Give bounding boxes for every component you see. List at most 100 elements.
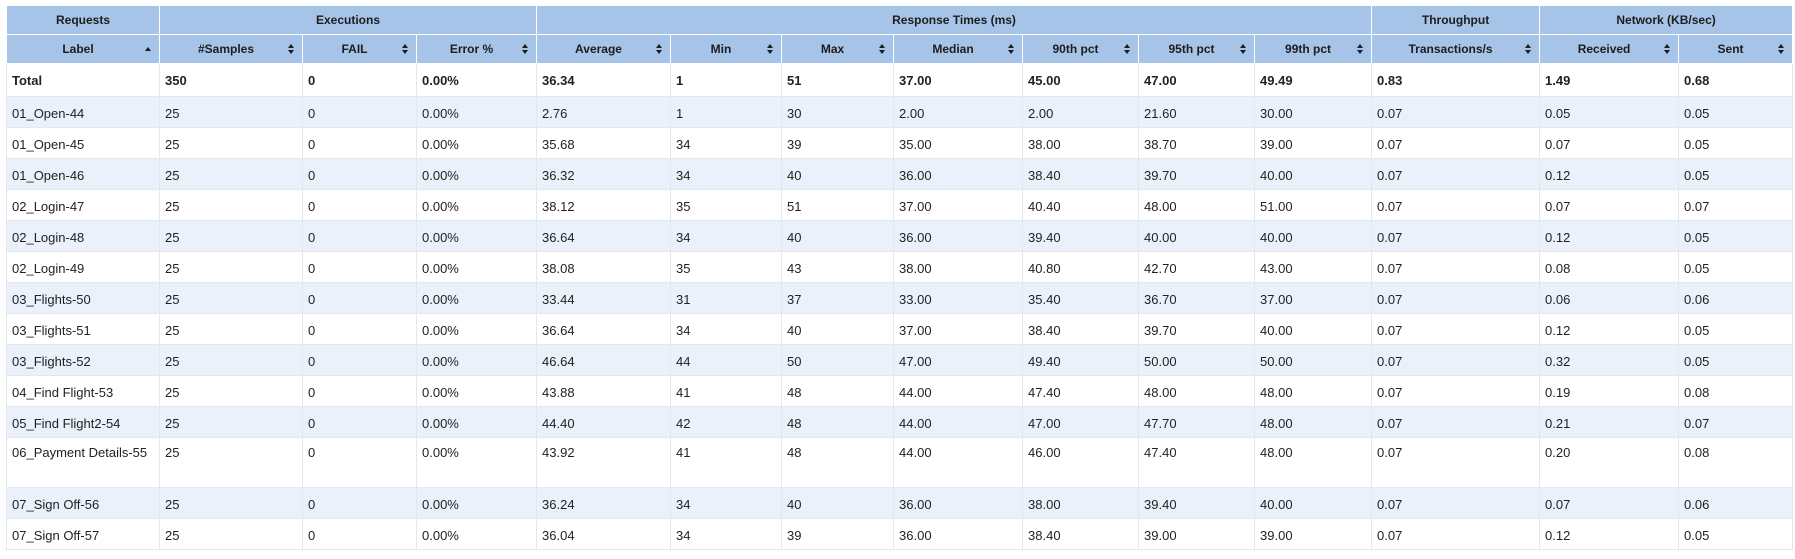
col-header-p99-text: 99th pct [1285,42,1332,56]
sort-both-icon [1240,44,1247,55]
cell-p99: 40.00 [1254,158,1373,190]
cell-max: 51 [781,189,895,221]
cell-received: 0.32 [1539,344,1680,376]
cell-received: 0.21 [1539,406,1680,438]
col-header-fail-text: FAIL [341,42,368,56]
cell-fail: 0 [302,63,417,97]
cell-error: 0.00% [415,220,538,252]
cell-sent: 0.07 [1678,406,1794,438]
sort-both-icon [1124,44,1131,55]
column-header-row: Label #Samples FAIL Error % Average Min … [6,34,1794,64]
cell-sent: 0.05 [1678,127,1794,159]
cell-p90: 2.00 [1022,96,1140,128]
cell-sent: 0.05 [1678,220,1794,252]
cell-sent: 0.05 [1678,96,1794,128]
col-header-error[interactable]: Error % [415,34,538,64]
cell-samples: 25 [159,344,303,376]
cell-p90: 38.00 [1022,487,1140,519]
cell-tps: 0.07 [1371,189,1541,221]
cell-tps: 0.07 [1371,251,1541,283]
cell-tps: 0.07 [1371,127,1541,159]
cell-p99: 39.00 [1254,518,1373,550]
cell-median: 44.00 [893,375,1024,407]
cell-error: 0.00% [415,127,538,159]
col-header-samples[interactable]: #Samples [159,34,303,64]
cell-label: 01_Open-46 [6,158,160,190]
sort-both-icon [656,44,663,55]
col-header-sent-text: Sent [1717,42,1744,56]
cell-received: 0.07 [1539,189,1680,221]
cell-max: 48 [781,406,895,438]
cell-p95: 47.00 [1138,63,1256,97]
col-header-p95[interactable]: 95th pct [1138,34,1256,64]
cell-p95: 39.00 [1138,518,1256,550]
cell-p99: 48.00 [1254,437,1373,488]
cell-label: 02_Login-49 [6,251,160,283]
cell-p95: 48.00 [1138,189,1256,221]
cell-received: 0.06 [1539,282,1680,314]
cell-min: 44 [670,344,783,376]
cell-sent: 0.05 [1678,518,1794,550]
cell-median: 37.00 [893,63,1024,97]
cell-label: 03_Flights-52 [6,344,160,376]
sort-both-icon [1664,44,1671,55]
cell-received: 0.12 [1539,313,1680,345]
group-executions: Executions [158,5,538,35]
col-header-received[interactable]: Received [1539,34,1680,64]
cell-error: 0.00% [415,96,538,128]
table-row: 05_Find Flight2-54 25 0 0.00% 44.40 42 48 44.00… [6,406,1794,438]
table-row: 07_Sign Off-57 25 0 0.00% 36.04 34 39 36.00 38.4… [6,518,1794,550]
cell-error: 0.00% [415,251,538,283]
cell-average: 36.32 [536,158,672,190]
cell-p99: 40.00 [1254,487,1373,519]
cell-error: 0.00% [415,313,538,345]
cell-label: 02_Login-48 [6,220,160,252]
cell-tps: 0.07 [1371,158,1541,190]
cell-p90: 38.40 [1022,518,1140,550]
cell-sent: 0.05 [1678,313,1794,345]
col-header-average[interactable]: Average [536,34,672,64]
col-header-p90[interactable]: 90th pct [1022,34,1140,64]
cell-max: 30 [781,96,895,128]
cell-sent: 0.05 [1678,344,1794,376]
cell-average: 38.08 [536,251,672,283]
col-header-fail[interactable]: FAIL [302,34,417,64]
cell-p99: 51.00 [1254,189,1373,221]
cell-received: 0.05 [1539,96,1680,128]
table-row: 07_Sign Off-56 25 0 0.00% 36.24 34 40 36.00 38.0… [6,487,1794,519]
cell-max: 48 [781,375,895,407]
col-header-p99[interactable]: 99th pct [1254,34,1373,64]
cell-error: 0.00% [415,375,538,407]
cell-fail: 0 [302,220,417,252]
cell-p95: 47.40 [1138,437,1256,488]
cell-error: 0.00% [415,406,538,438]
cell-error: 0.00% [415,63,538,97]
cell-p95: 42.70 [1138,251,1256,283]
cell-average: 36.64 [536,313,672,345]
cell-error: 0.00% [415,158,538,190]
table-row: 06_Payment Details-55 25 0 0.00% 43.92 41 48 44… [6,437,1794,488]
col-header-min[interactable]: Min [670,34,783,64]
col-header-error-text: Error % [449,42,494,56]
col-header-median[interactable]: Median [893,34,1024,64]
cell-min: 41 [670,437,783,488]
cell-max: 43 [781,251,895,283]
col-header-max[interactable]: Max [781,34,895,64]
cell-min: 1 [670,63,783,97]
cell-received: 0.20 [1539,437,1680,488]
cell-average: 43.92 [536,437,672,488]
cell-p90: 45.00 [1022,63,1140,97]
group-requests: Requests [6,5,160,35]
statistics-table-body: Total 350 0 0.00% 36.34 1 51 37.00 45.00 47.00 49.… [6,63,1794,550]
cell-tps: 0.07 [1371,220,1541,252]
col-header-label[interactable]: Label [6,34,160,64]
cell-max: 48 [781,437,895,488]
cell-tps: 0.07 [1371,406,1541,438]
col-header-tps[interactable]: Transactions/s [1371,34,1541,64]
col-header-sent[interactable]: Sent [1678,34,1794,64]
table-row: 01_Open-46 25 0 0.00% 36.32 34 40 36.00 38.40 39.… [6,158,1794,190]
cell-label: 02_Login-47 [6,189,160,221]
cell-max: 50 [781,344,895,376]
cell-fail: 0 [302,375,417,407]
col-header-p90-text: 90th pct [1052,42,1099,56]
